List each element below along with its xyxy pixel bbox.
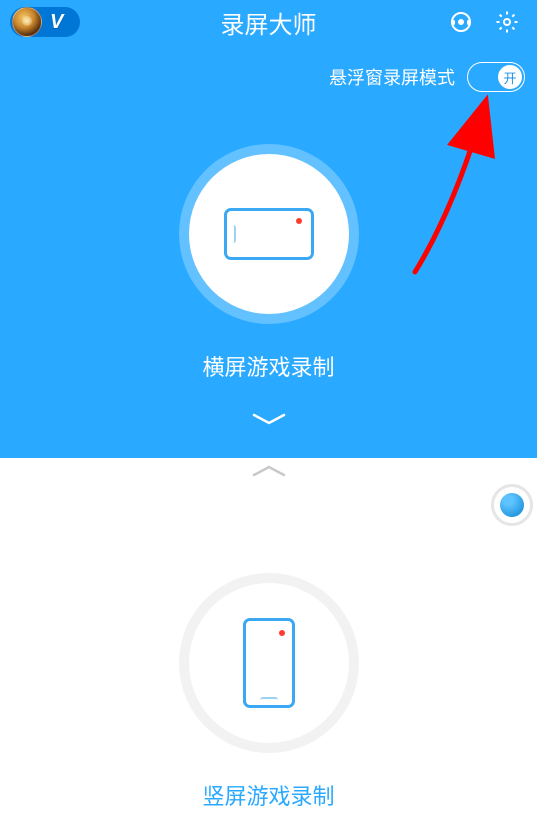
landscape-record-button[interactable]	[189, 154, 349, 314]
record-dot-icon	[296, 218, 302, 224]
landscape-mode-label: 横屏游戏录制	[202, 350, 334, 382]
phone-portrait-icon	[243, 618, 295, 708]
record-dot-icon	[279, 630, 285, 636]
bottom-panel: 竖屏游戏录制	[0, 464, 537, 830]
header: V 录屏大师	[0, 0, 537, 44]
record-bubble-icon	[500, 493, 524, 517]
toggle-knob: 开	[498, 65, 522, 89]
user-avatar	[12, 7, 42, 37]
vip-icon: V	[42, 11, 78, 34]
float-mode-row: 悬浮窗录屏模式 开	[0, 44, 537, 92]
chevron-down-icon[interactable]	[251, 412, 287, 431]
avatar-vip-badge[interactable]: V	[10, 7, 80, 37]
float-mode-toggle[interactable]: 开	[467, 62, 525, 92]
float-mode-label: 悬浮窗录屏模式	[329, 64, 455, 90]
settings-icon[interactable]	[495, 10, 519, 34]
portrait-mode-label: 竖屏游戏录制	[202, 779, 334, 811]
portrait-record-button[interactable]	[189, 583, 349, 743]
floating-record-bubble[interactable]	[491, 484, 533, 526]
support-icon[interactable]	[449, 10, 473, 34]
app-title: 录屏大师	[221, 5, 317, 40]
phone-landscape-icon	[224, 208, 314, 260]
chevron-up-icon[interactable]	[251, 464, 287, 483]
top-panel: V 录屏大师 悬浮窗录屏模式 开	[0, 0, 537, 458]
